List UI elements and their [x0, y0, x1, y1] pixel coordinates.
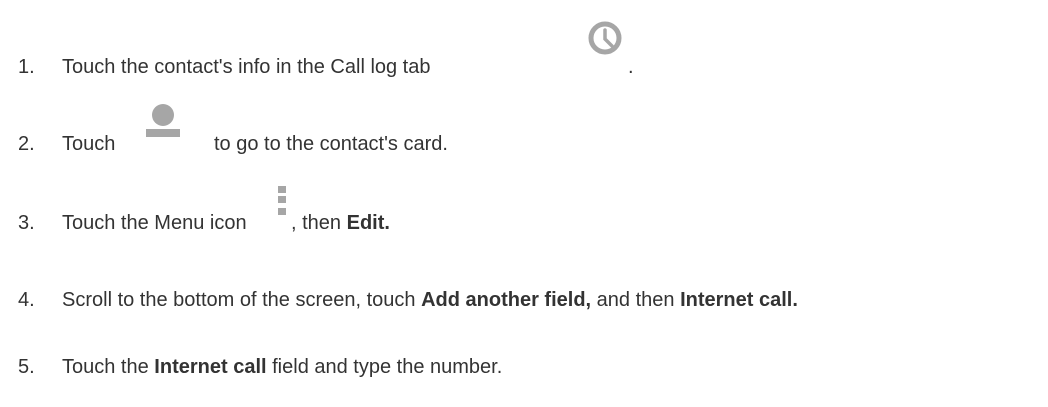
- step-4: 4. Scroll to the bottom of the screen, to…: [18, 288, 798, 312]
- step-1: 1. Touch the contact's info in the Call l…: [18, 55, 431, 79]
- internet-call-field-label: Internet call: [154, 356, 267, 378]
- step-text: Touch: [62, 133, 116, 155]
- step-2: 2. Touch: [18, 132, 115, 156]
- menu-icon: [278, 186, 286, 215]
- step-text: Touch the contact's info in the Call log…: [62, 56, 431, 78]
- step-number: 2.: [18, 133, 35, 155]
- edit-label: Edit.: [346, 212, 390, 234]
- step-3-tail: , then Edit.: [291, 212, 390, 234]
- clock-icon: [588, 21, 622, 55]
- step-number: 5.: [18, 356, 35, 378]
- step-text: Scroll to the bottom of the screen, touc…: [62, 289, 798, 311]
- step-2-tail: to go to the contact's card.: [214, 133, 448, 155]
- step-3: 3. Touch the Menu icon: [18, 211, 247, 235]
- step-1-tail: .: [628, 56, 634, 78]
- add-another-field-label: Add another field,: [421, 289, 592, 311]
- step-5: 5. Touch the Internet call field and type…: [18, 355, 502, 379]
- step-number: 4.: [18, 289, 35, 311]
- step-number: 3.: [18, 212, 35, 234]
- step-number: 1.: [18, 56, 35, 78]
- internet-call-label: Internet call.: [680, 289, 798, 311]
- step-text: Touch the Menu icon: [62, 212, 247, 234]
- step-text: Touch the Internet call field and type t…: [62, 356, 503, 378]
- instruction-list: 1. Touch the contact's info in the Call l…: [0, 0, 1048, 407]
- contact-person-icon: [146, 104, 180, 137]
